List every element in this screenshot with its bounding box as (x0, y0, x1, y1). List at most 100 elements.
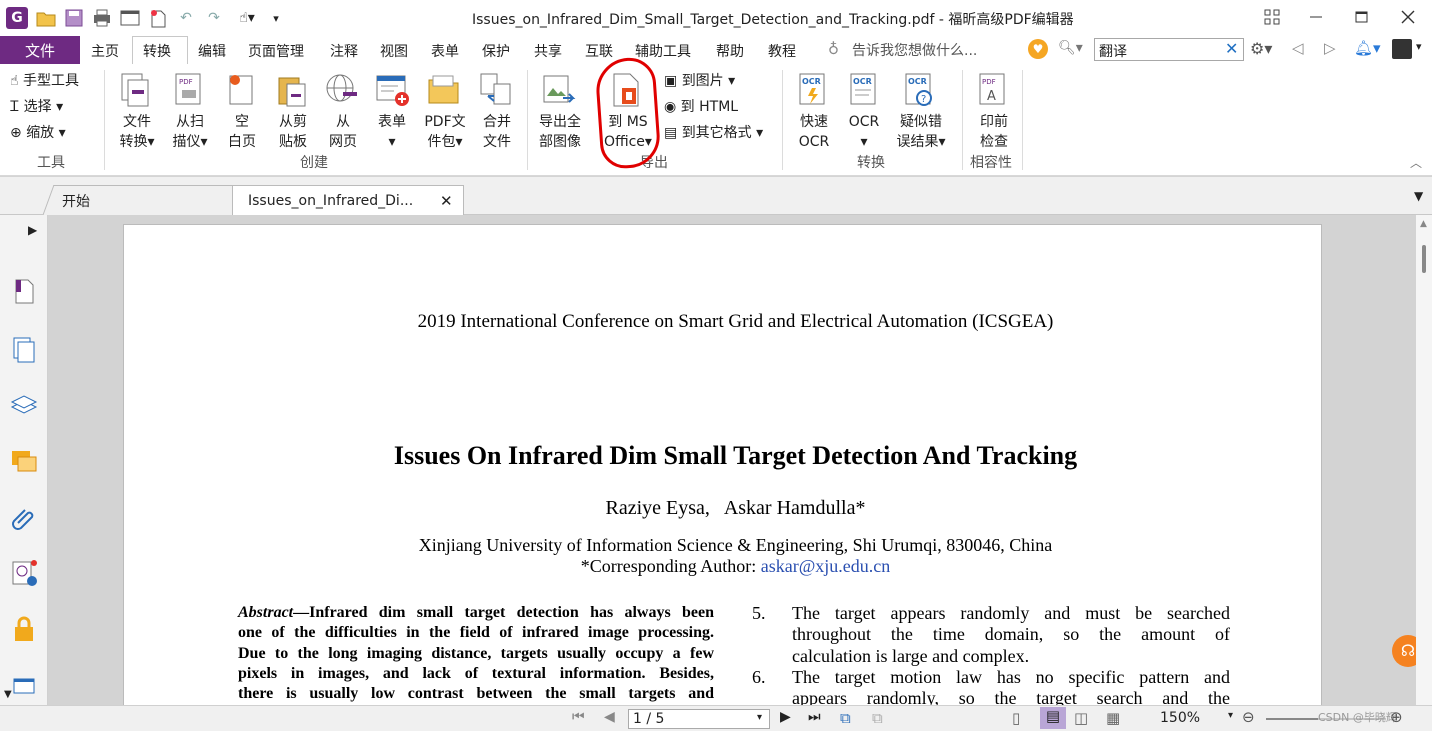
redo-icon[interactable]: ↷ (204, 8, 224, 28)
menu-edit[interactable]: 编辑 (198, 41, 226, 61)
close-tab-icon[interactable]: ✕ (440, 192, 453, 210)
tab-list-chevron-icon[interactable]: ▼ (1414, 189, 1423, 203)
undo-icon[interactable]: ↶ (176, 8, 196, 28)
menu-connect[interactable]: 互联 (585, 41, 613, 61)
single-page-view-icon[interactable]: ▯ (1012, 709, 1020, 727)
merge-files-icon (480, 73, 511, 105)
signature-icon[interactable] (10, 559, 38, 587)
select-tool-button[interactable]: Ꮖ 选择 ▾ (10, 96, 63, 116)
continuous-facing-view-icon[interactable]: ▦ (1106, 709, 1120, 727)
next-page-icon[interactable]: ▶ (780, 709, 791, 725)
menu-help[interactable]: 帮助 (716, 41, 744, 61)
svg-text:?: ? (921, 94, 926, 105)
user-menu-chevron-icon[interactable]: ▾ (1416, 40, 1422, 53)
clipboard-icon (278, 77, 306, 107)
menu-home[interactable]: 主页 (91, 41, 119, 61)
page-thumbnails-icon[interactable] (10, 335, 38, 363)
zoom-in-icon[interactable]: ⊕ (1390, 708, 1403, 726)
last-page-icon[interactable]: ⏭ (808, 709, 821, 725)
hand-tool-dropdown-icon[interactable]: ☝▾ (232, 8, 262, 28)
to-other-format-button[interactable]: ▤ 到其它格式 ▾ (664, 122, 763, 142)
hand-tool-button[interactable]: ☝ 手型工具 (10, 70, 79, 90)
tab-start-label[interactable]: 开始 (62, 191, 90, 211)
pdf-page: 2019 International Conference on Smart G… (123, 224, 1322, 705)
previous-page-icon[interactable]: ◀ (604, 709, 615, 725)
new-document-icon[interactable] (148, 8, 168, 28)
next-arrow-icon[interactable]: ▷ (1324, 39, 1336, 57)
all-images-label-2: 部图像 (539, 134, 581, 150)
quick-ocr-label-2: OCR (798, 134, 830, 150)
attachment-icon[interactable] (10, 503, 38, 531)
security-lock-icon[interactable] (10, 615, 38, 643)
blank-page-icon (229, 75, 253, 105)
menu-accessibility[interactable]: 辅助工具 (635, 41, 691, 61)
suspect-results-icon: OCR? (905, 73, 932, 106)
separator (104, 70, 105, 170)
menu-form[interactable]: 表单 (431, 41, 459, 61)
menu-tutorial[interactable]: 教程 (768, 41, 796, 61)
menu-protect[interactable]: 保护 (482, 41, 510, 61)
tell-me-search[interactable]: 告诉我您想做什么... (852, 40, 977, 60)
menu-page-management[interactable]: 页面管理 (248, 41, 304, 61)
previous-arrow-icon[interactable]: ◁ (1292, 39, 1304, 57)
continuous-view-icon[interactable]: ▤ (1040, 707, 1066, 729)
to-image-button[interactable]: ▣ 到图片 ▾ (664, 70, 735, 90)
layers-icon[interactable] (10, 391, 38, 419)
heart-icon[interactable]: ♥ (1028, 39, 1048, 59)
comments-icon[interactable] (10, 447, 38, 475)
maximize-button[interactable] (1350, 6, 1374, 28)
vertical-scrollbar[interactable]: ▲ (1416, 215, 1432, 705)
settings-gear-icon[interactable]: ⚙▾ (1250, 39, 1272, 58)
close-window-button[interactable] (1396, 6, 1420, 28)
document-viewer[interactable]: 2019 International Conference on Smart G… (48, 215, 1416, 705)
user-avatar[interactable] (1392, 39, 1412, 59)
collapse-ribbon-icon[interactable]: ︿ (1410, 154, 1422, 171)
search-input[interactable]: 翻译 ✕ (1094, 38, 1244, 61)
customize-toolbar-icon[interactable]: ▾ (266, 8, 286, 28)
bookmark-icon[interactable] (10, 277, 38, 305)
next-view-icon[interactable]: ⧉ (872, 709, 883, 727)
open-folder-icon[interactable] (36, 8, 56, 28)
notification-bell-icon[interactable]: 🔔︎▾ (1354, 39, 1381, 57)
print-icon[interactable] (92, 8, 112, 28)
clear-search-icon[interactable]: ✕ (1225, 39, 1238, 58)
suspect-label-2: 误结果▾ (896, 134, 946, 150)
zoom-out-icon[interactable]: ⊖ (1242, 708, 1255, 726)
previous-view-icon[interactable]: ⧉ (840, 709, 851, 727)
menu-file[interactable]: 文件 (0, 36, 80, 64)
blank-label-2: 白页 (228, 134, 256, 150)
minimize-button[interactable] (1304, 6, 1328, 28)
blank-label-1: 空 (235, 114, 249, 130)
find-icon[interactable]: 🔍︎▾ (1058, 40, 1083, 56)
zoom-icon: ⊕ (10, 125, 22, 141)
app-logo-icon[interactable]: G (6, 7, 28, 29)
menu-convert[interactable]: 转换 (143, 41, 171, 61)
zoom-tool-button[interactable]: ⊕ 缩放 ▾ (10, 122, 66, 142)
tab-document-label[interactable]: Issues_on_Infrared_Di... (248, 193, 413, 209)
support-headset-icon[interactable]: ☊ (1392, 635, 1416, 667)
paper-authors: Raziye Eysa, Askar Hamdulla* (605, 497, 866, 519)
facing-view-icon[interactable]: ◫ (1074, 709, 1088, 727)
preflight-label-1: 印前 (980, 114, 1008, 130)
restore-layout-icon[interactable] (1260, 6, 1284, 28)
scroll-up-icon[interactable]: ▲ (1420, 219, 1427, 229)
page-dropdown-icon[interactable]: ▾ (757, 712, 762, 723)
zoom-dropdown-icon[interactable]: ▾ (1228, 710, 1233, 721)
first-page-icon[interactable]: ⏮ (572, 709, 585, 725)
expand-panel-icon[interactable]: ▶ (28, 223, 37, 237)
merge-label-2: 文件 (483, 134, 511, 150)
window-icon[interactable] (120, 8, 140, 28)
menu-share[interactable]: 共享 (534, 41, 562, 61)
panel-more-icon[interactable] (10, 671, 38, 699)
page-number-input[interactable]: 1 / 5 ▾ (628, 709, 770, 729)
panel-options-chevron-icon[interactable]: ▼ (4, 689, 12, 700)
scroll-thumb[interactable] (1422, 245, 1426, 273)
save-icon[interactable] (64, 8, 84, 28)
menu-view[interactable]: 视图 (380, 41, 408, 61)
menu-comment[interactable]: 注释 (330, 41, 358, 61)
zoom-level[interactable]: 150% (1160, 710, 1200, 726)
abstract-line: there is usually low contrast between th… (238, 685, 714, 703)
merge-label-1: 合并 (483, 114, 511, 130)
author-email-link[interactable]: askar@xju.edu.cn (761, 556, 891, 576)
to-html-button[interactable]: ◉ 到 HTML (664, 96, 738, 116)
